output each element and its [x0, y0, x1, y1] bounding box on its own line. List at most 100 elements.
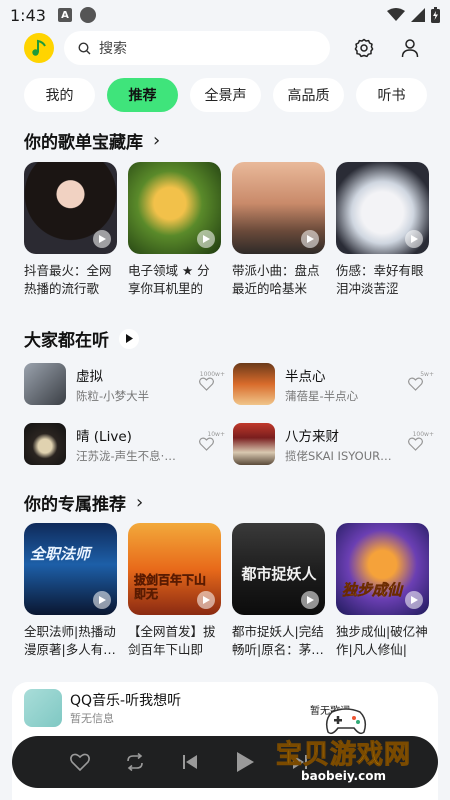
audiobook-row: 全职法师 全职法师|热播动漫原著|多人有… 拔剑百年下山即无 【全网首发】拔剑百…	[24, 523, 429, 659]
playlist-cover	[24, 162, 117, 254]
cover-text: 独步成仙	[342, 581, 403, 600]
category-tabs: 我的 推荐 全景声 高品质 听书	[24, 78, 427, 112]
section-title: 你的专属推荐	[24, 495, 126, 515]
playlist-cover	[128, 162, 221, 254]
audiobook-title: 全职法师|热播动漫原著|多人有…	[24, 624, 116, 657]
play-icon[interactable]	[197, 591, 215, 609]
song-cover	[233, 423, 275, 465]
like-heart-icon[interactable]	[68, 750, 92, 774]
player-cover	[24, 689, 62, 727]
audiobook-title: 都市捉妖人|完结畅听|原名：茅…	[232, 624, 324, 657]
player-title: QQ音乐-听我想听	[70, 693, 182, 709]
playlist-title: 伤感：幸好有眼泪冲淡苦涩	[336, 263, 424, 296]
section-title: 你的歌单宝藏库	[24, 133, 143, 153]
tab-spatial-audio[interactable]: 全景声	[190, 78, 261, 112]
repeat-icon[interactable]	[123, 750, 147, 774]
play-icon[interactable]	[301, 230, 319, 248]
song-title: 八方来财	[285, 428, 339, 445]
heart-icon[interactable]	[407, 377, 423, 391]
play-icon[interactable]	[405, 591, 423, 609]
previous-track-icon[interactable]	[178, 750, 202, 774]
playlist-card[interactable]: 抖音最火：全网热播的流行歌	[24, 162, 117, 298]
playlist-card[interactable]: 电子领域 ★ 分享你耳机里的FUNK	[128, 162, 221, 298]
playlist-row: 抖音最火：全网热播的流行歌 电子领域 ★ 分享你耳机里的FUNK 带派小曲：盘点…	[24, 162, 429, 298]
section-title: 大家都在听	[24, 331, 109, 351]
notification-a-icon: A	[57, 8, 72, 22]
playlist-title: 电子领域 ★ 分享你耳机里的FUNK	[128, 263, 210, 296]
notification-dot-icon	[79, 7, 96, 23]
popular-song-list: 虚拟 陈粒-小梦大半 1000w+ 半点心 蒲蓓星-半点心 5w+ 晴 (Liv…	[24, 357, 434, 477]
cover-text: 全职法师	[30, 545, 91, 563]
play-button-icon[interactable]	[233, 750, 257, 774]
tab-audiobooks[interactable]: 听书	[356, 78, 427, 112]
song-item[interactable]: 半点心 蒲蓓星-半点心 5w+	[233, 357, 434, 411]
cover-text: 都市捉妖人	[241, 565, 317, 583]
audiobook-card[interactable]: 全职法师 全职法师|热播动漫原著|多人有…	[24, 523, 117, 659]
battery-icon	[431, 7, 440, 23]
gamepad-icon	[325, 708, 367, 735]
audiobook-cover: 拔剑百年下山即无	[128, 523, 221, 615]
status-time: 1:43	[10, 5, 46, 25]
watermark-text: 宝贝游戏网	[275, 740, 412, 771]
user-profile-icon[interactable]	[398, 36, 422, 60]
tab-high-quality[interactable]: 高品质	[273, 78, 344, 112]
audiobook-card[interactable]: 拔剑百年下山即无 【全网首发】拔剑百年下山即无…	[128, 523, 221, 659]
signal-icon	[411, 8, 425, 22]
header: 搜索	[0, 30, 450, 66]
play-icon[interactable]	[405, 230, 423, 248]
song-cover	[233, 363, 275, 405]
playlist-cover	[336, 162, 429, 254]
song-item[interactable]: 虚拟 陈粒-小梦大半 1000w+	[24, 357, 225, 411]
audiobook-cover: 全职法师	[24, 523, 117, 615]
song-title: 半点心	[285, 368, 326, 385]
audiobook-card[interactable]: 独步成仙 独步成仙|破亿神作|凡人修仙|热…	[336, 523, 429, 659]
search-icon	[78, 41, 91, 54]
song-item[interactable]: 晴 (Live) 汪苏泷-声生不息·华流… 10w+	[24, 417, 225, 471]
section-personal-recommend[interactable]: 你的专属推荐 ›	[24, 490, 143, 515]
song-title: 虚拟	[76, 368, 103, 385]
like-count: 1000w+	[199, 371, 225, 378]
playlist-title: 抖音最火：全网热播的流行歌	[24, 263, 112, 296]
song-item[interactable]: 八方来财 揽佬SKAI ISYOURGOD-… 100w+	[233, 417, 434, 471]
qq-music-logo-icon[interactable]	[24, 33, 54, 63]
audiobook-cover: 都市捉妖人	[232, 523, 325, 615]
song-artist: 陈粒-小梦大半	[76, 388, 150, 403]
play-icon[interactable]	[93, 591, 111, 609]
settings-gear-icon[interactable]	[352, 36, 376, 60]
wifi-icon	[387, 8, 405, 21]
search-placeholder: 搜索	[99, 41, 127, 57]
audiobook-title: 独步成仙|破亿神作|凡人修仙|热…	[336, 624, 428, 657]
play-all-icon[interactable]	[119, 328, 139, 349]
song-artist: 蒲蓓星-半点心	[285, 388, 359, 403]
heart-icon[interactable]	[198, 437, 214, 451]
like-count: 100w+	[412, 431, 434, 438]
audiobook-title: 【全网首发】拔剑百年下山即无…	[128, 624, 216, 657]
section-playlist-treasury[interactable]: 你的歌单宝藏库 ›	[24, 128, 160, 153]
search-bar[interactable]: 搜索	[64, 31, 330, 65]
tab-mine[interactable]: 我的	[24, 78, 95, 112]
watermark-url: baobeiy.com	[301, 769, 386, 783]
chevron-right-icon: ›	[136, 492, 144, 513]
playlist-title: 带派小曲：盘点最近的哈基米之…	[232, 263, 320, 296]
song-title: 晴 (Live)	[76, 428, 132, 445]
audiobook-card[interactable]: 都市捉妖人 都市捉妖人|完结畅听|原名：茅…	[232, 523, 325, 659]
audiobook-cover: 独步成仙	[336, 523, 429, 615]
like-count: 10w+	[207, 431, 225, 438]
play-icon[interactable]	[301, 591, 319, 609]
playlist-cover	[232, 162, 325, 254]
player-subtitle: 暂无信息	[70, 712, 114, 725]
song-cover	[24, 363, 66, 405]
playlist-card[interactable]: 带派小曲：盘点最近的哈基米之…	[232, 162, 325, 298]
heart-icon[interactable]	[198, 377, 214, 391]
status-bar: 1:43 A	[0, 0, 450, 30]
tab-recommend[interactable]: 推荐	[107, 78, 178, 112]
song-artist: 汪苏泷-声生不息·华流…	[76, 448, 185, 463]
play-icon[interactable]	[197, 230, 215, 248]
watermark: 宝贝游戏网 baobeiy.com	[275, 708, 412, 783]
heart-icon[interactable]	[407, 437, 423, 451]
section-everyone-listening[interactable]: 大家都在听	[24, 326, 139, 351]
song-cover	[24, 423, 66, 465]
play-icon[interactable]	[93, 230, 111, 248]
song-artist: 揽佬SKAI ISYOURGOD-…	[285, 448, 394, 463]
playlist-card[interactable]: 伤感：幸好有眼泪冲淡苦涩	[336, 162, 429, 298]
